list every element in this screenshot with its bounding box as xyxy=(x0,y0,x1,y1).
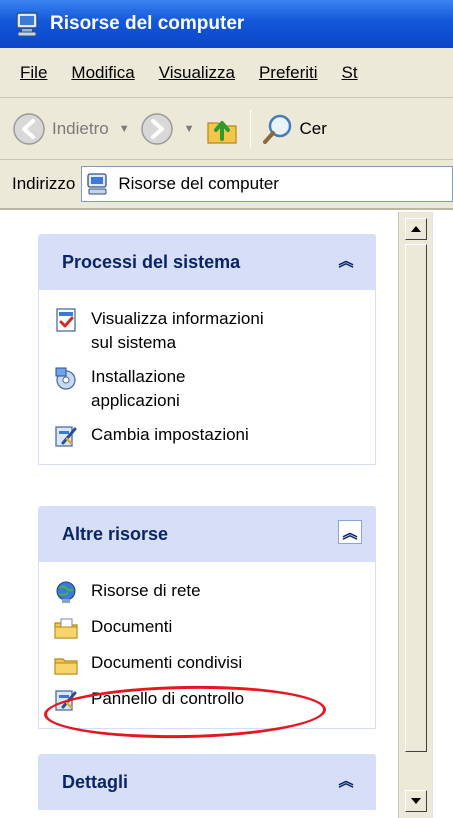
task-system-info-line2: sul sistema xyxy=(91,333,177,352)
link-my-documents[interactable]: Documenti xyxy=(53,610,375,646)
scroll-up-arrow-icon xyxy=(411,226,421,232)
back-dropdown-icon[interactable]: ▼ xyxy=(119,123,130,135)
collapse-chevron-icon[interactable]: ︽ xyxy=(338,520,362,544)
system-tasks-title: Processi del sistema xyxy=(62,251,241,272)
scroll-thumb[interactable] xyxy=(405,244,427,752)
add-remove-programs-icon xyxy=(55,367,76,390)
menu-tools[interactable]: St xyxy=(330,63,370,83)
system-tasks-panel: Processi del sistema ︽ Visualizza inform… xyxy=(38,234,376,465)
control-panel-icon xyxy=(55,690,77,711)
collapse-chevron-icon[interactable]: ︽ xyxy=(334,768,358,792)
link-control-panel[interactable]: Pannello di controllo xyxy=(53,682,375,718)
link-control-panel-label: Pannello di controllo xyxy=(91,689,245,708)
menu-view[interactable]: Visualizza xyxy=(147,63,247,83)
file-list-pane xyxy=(432,212,453,818)
details-panel: Dettagli ︽ xyxy=(38,754,376,810)
system-info-icon xyxy=(56,308,76,332)
other-places-header[interactable]: Altre risorse ︽ xyxy=(38,506,376,562)
control-panel-icon xyxy=(55,426,77,447)
network-places-icon xyxy=(56,581,76,603)
link-shared-documents-label: Documenti condivisi xyxy=(91,653,243,672)
search-button[interactable]: Cer xyxy=(261,112,327,146)
scroll-down-button[interactable] xyxy=(405,790,427,812)
task-change-settings-label: Cambia impostazioni xyxy=(91,425,249,444)
menu-favorites[interactable]: Preferiti xyxy=(247,63,330,83)
task-add-remove-line1: Installazione xyxy=(91,367,186,386)
scroll-up-button[interactable] xyxy=(405,218,427,240)
back-button[interactable]: Indietro xyxy=(12,112,109,146)
my-documents-icon xyxy=(54,618,78,639)
task-add-remove-programs[interactable]: Installazione applicazioni xyxy=(53,360,375,418)
shared-folder-icon xyxy=(54,658,78,675)
system-tasks-header[interactable]: Processi del sistema ︽ xyxy=(38,234,376,290)
other-places-body: Risorse di rete Documenti Documenti cond… xyxy=(38,562,376,729)
up-button[interactable] xyxy=(204,111,240,147)
details-header[interactable]: Dettagli ︽ xyxy=(38,754,376,810)
my-computer-icon xyxy=(87,173,107,195)
explorer-content: Processi del sistema ︽ Visualizza inform… xyxy=(0,212,453,818)
back-arrow-icon xyxy=(13,112,45,145)
title-bar: Risorse del computer xyxy=(0,0,453,48)
my-computer-icon xyxy=(16,12,38,37)
task-system-info-line1: Visualizza informazioni xyxy=(91,309,264,328)
toolbar-separator xyxy=(250,109,252,148)
folder-up-icon xyxy=(207,120,238,144)
search-label: Cer xyxy=(299,118,327,138)
back-label: Indietro xyxy=(52,118,109,138)
link-my-documents-label: Documenti xyxy=(91,617,173,636)
vertical-scrollbar[interactable] xyxy=(398,212,432,818)
menu-edit[interactable]: Modifica xyxy=(59,63,146,83)
menu-file[interactable]: File xyxy=(8,63,59,83)
address-value: Risorse del computer xyxy=(118,174,279,193)
forward-arrow-icon xyxy=(140,112,173,145)
tasks-pane: Processi del sistema ︽ Visualizza inform… xyxy=(0,212,398,818)
link-shared-documents[interactable]: Documenti condivisi xyxy=(53,646,375,682)
details-title: Dettagli xyxy=(62,771,129,792)
system-tasks-body: Visualizza informazioni sul sistema Inst… xyxy=(38,290,376,465)
other-places-title: Altre risorse xyxy=(62,523,169,544)
other-places-panel: Altre risorse ︽ Risorse di rete Document… xyxy=(38,506,376,729)
collapse-chevron-icon[interactable]: ︽ xyxy=(334,248,358,272)
address-label: Indirizzo xyxy=(12,174,76,193)
task-change-settings[interactable]: Cambia impostazioni xyxy=(53,418,375,454)
window-title: Risorse del computer xyxy=(50,13,245,34)
scroll-down-arrow-icon xyxy=(411,798,421,804)
address-bar: Indirizzo Risorse del computer xyxy=(0,160,453,210)
task-system-info[interactable]: Visualizza informazioni sul sistema xyxy=(53,302,375,360)
link-network-places[interactable]: Risorse di rete xyxy=(53,574,375,610)
link-network-places-label: Risorse di rete xyxy=(91,581,201,600)
toolbar: Indietro ▼ ▼ Cer xyxy=(0,98,453,160)
search-icon xyxy=(263,114,292,144)
address-field[interactable]: Risorse del computer xyxy=(81,166,453,202)
forward-button[interactable] xyxy=(140,112,174,146)
menu-bar: File Modifica Visualizza Preferiti St xyxy=(0,48,453,98)
forward-dropdown-icon[interactable]: ▼ xyxy=(184,123,195,135)
task-add-remove-line2: applicazioni xyxy=(91,391,180,410)
